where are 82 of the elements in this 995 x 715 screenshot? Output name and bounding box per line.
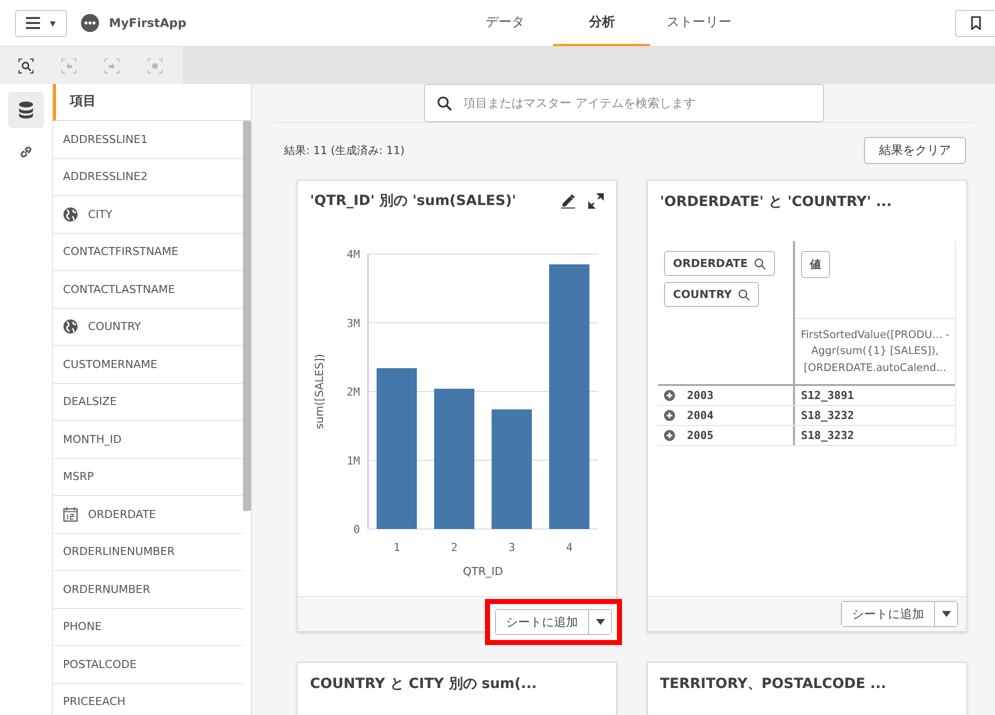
y-tick-label: 2M xyxy=(346,386,360,398)
card-title: 'ORDERDATE' と 'COUNTRY' ... xyxy=(660,193,893,211)
y-tick-label: 3M xyxy=(346,316,360,330)
database-icon xyxy=(18,101,34,119)
bookmark-button[interactable] xyxy=(955,10,995,36)
row-key: 2003 xyxy=(687,388,714,402)
field-name: MONTH_ID xyxy=(63,432,122,446)
bookmark-icon xyxy=(970,16,980,30)
card-title: COUNTRY と CITY 別の sum(... xyxy=(310,675,538,693)
add-to-sheet-button[interactable]: シートに追加 xyxy=(842,602,935,626)
database-button[interactable] xyxy=(8,92,44,128)
x-tick-label: 1 xyxy=(393,541,400,554)
scrollbar[interactable] xyxy=(243,121,251,511)
search-input[interactable]: 項目またはマスター アイテムを検索します xyxy=(462,95,810,111)
field-name: DEALSIZE xyxy=(63,395,117,408)
search-icon xyxy=(436,96,452,110)
menu-button[interactable]: ▾ xyxy=(15,10,67,36)
field-name: ORDERDATE xyxy=(88,508,156,521)
add-to-sheet-button[interactable]: シートに追加 xyxy=(496,610,589,634)
calendar-icon xyxy=(63,506,78,522)
field-name: CITY xyxy=(88,208,112,221)
field-item[interactable]: ORDERNUMBER xyxy=(53,571,243,608)
x-axis-title: QTR_ID xyxy=(462,565,504,578)
smart-search-icon[interactable] xyxy=(18,58,34,74)
row-key: 2004 xyxy=(687,408,714,422)
row-key: 2005 xyxy=(687,428,714,442)
field-item[interactable]: POSTALCODE xyxy=(53,646,243,684)
caret-icon xyxy=(942,611,950,617)
measure-chip[interactable]: 値 xyxy=(801,251,830,278)
search-field[interactable]: 項目またはマスター アイテムを検索します xyxy=(424,84,824,122)
search-icon xyxy=(754,258,766,270)
dimension-chip[interactable]: ORDERDATE xyxy=(664,251,775,276)
globe-icon xyxy=(63,319,78,334)
expand-plus-icon[interactable] xyxy=(664,410,675,421)
field-name: COUNTRY xyxy=(88,320,141,334)
field-item[interactable]: PHONE xyxy=(53,608,243,646)
app-icon xyxy=(81,14,99,32)
field-name: CONTACTFIRSTNAME xyxy=(63,245,178,258)
field-item[interactable]: ORDERDATE xyxy=(53,496,243,534)
caret-icon xyxy=(596,619,604,625)
nav-tab[interactable]: ストーリー xyxy=(650,0,748,46)
y-axis-title: sum([SALES]) xyxy=(313,354,326,430)
field-name: ORDERNUMBER xyxy=(63,582,150,596)
field-item[interactable]: COUNTRY xyxy=(53,308,243,346)
clear-results-button[interactable]: 結果をクリア xyxy=(864,137,966,164)
expand-plus-icon[interactable] xyxy=(664,430,675,441)
field-name: CONTACTLASTNAME xyxy=(63,282,175,296)
globe-icon xyxy=(63,206,78,222)
link-icon xyxy=(18,144,34,160)
row-value: S18_3232 xyxy=(800,428,855,444)
card-title: TERRITORY、POSTALCODE ... xyxy=(660,675,888,693)
dimension-chip[interactable]: COUNTRY xyxy=(664,282,759,307)
field-name: POSTALCODE xyxy=(63,658,137,671)
app-title: MyFirstApp xyxy=(109,16,186,30)
field-item[interactable]: ORDERLINENUMBER xyxy=(53,534,243,571)
measure-header: FirstSortedValue([PRODU... -Aggr(sum({1} [SALES]), [ORDERDATE.autoCalend... xyxy=(800,328,950,376)
y-tick-label: 1M xyxy=(346,454,360,468)
field-name: PHONE xyxy=(63,620,102,634)
edit-icon[interactable] xyxy=(560,192,576,208)
row-value: S18_3232 xyxy=(800,408,855,424)
fields-header: 項目 xyxy=(53,84,251,121)
expand-plus-icon[interactable] xyxy=(664,390,675,401)
field-name: CUSTOMERNAME xyxy=(63,358,158,371)
results-summary: 結果: 11 (生成済み: 11) xyxy=(284,143,404,158)
field-name: MSRP xyxy=(63,470,94,484)
field-name: ADDRESSLINE1 xyxy=(63,132,148,146)
x-tick-label: 4 xyxy=(566,541,573,554)
x-tick-label: 3 xyxy=(508,541,516,554)
menu-icon xyxy=(26,17,40,29)
field-name: ADDRESSLINE2 xyxy=(63,170,148,184)
search-icon xyxy=(738,288,750,300)
field-name: PRICEEACH xyxy=(63,695,126,708)
row-value: S12_3891 xyxy=(800,388,855,404)
x-tick-label: 2 xyxy=(450,541,458,554)
card-title: 'QTR_ID' 別の 'sum(SALES)' xyxy=(310,192,518,210)
y-tick-label: 4M xyxy=(346,248,360,261)
field-item[interactable]: CITY xyxy=(53,196,243,234)
y-tick-label: 0 xyxy=(353,523,360,536)
expand-icon[interactable] xyxy=(588,192,604,208)
field-item[interactable]: PRICEEACH xyxy=(53,684,243,715)
field-name: ORDERLINENUMBER xyxy=(63,545,175,558)
nav-tab[interactable]: データ xyxy=(456,0,554,46)
